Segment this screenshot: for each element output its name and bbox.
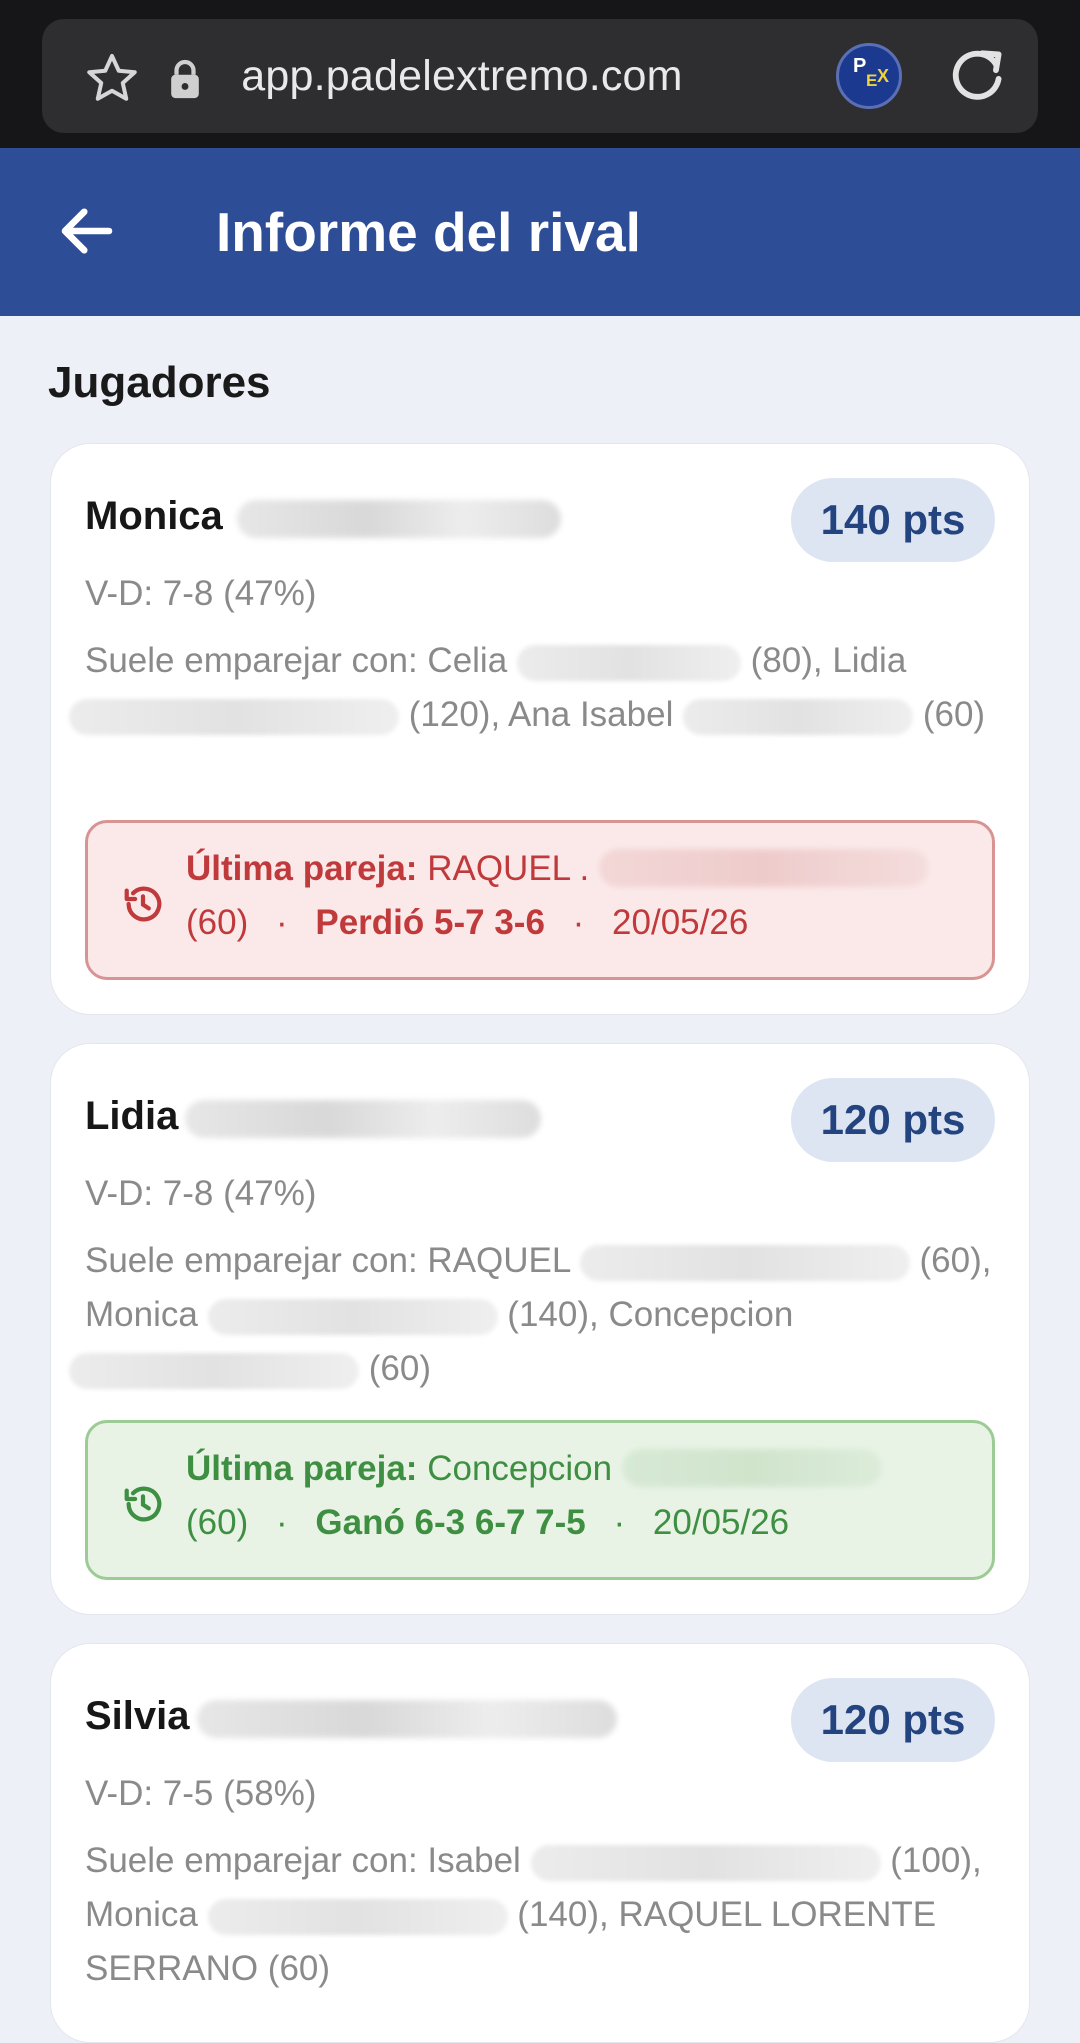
separator: · bbox=[613, 1503, 626, 1542]
browser-toolbar: app.padelextremo.com P E X bbox=[0, 0, 1080, 148]
win-loss-record: V-D: 7-8 (47%) bbox=[85, 1174, 317, 1213]
redacted-surname bbox=[197, 1700, 617, 1738]
partners-prefix: Suele emparejar con: Isabel bbox=[85, 1841, 521, 1880]
last-partner-points: (60) bbox=[186, 903, 249, 942]
history-icon bbox=[124, 886, 162, 922]
partner-info: (60) bbox=[368, 1349, 431, 1388]
redacted-surname bbox=[237, 500, 561, 538]
redacted-text bbox=[207, 1898, 508, 1935]
match-date: 20/05/26 bbox=[652, 1503, 790, 1542]
partner-info: (60) bbox=[922, 695, 986, 734]
arrow-back-icon[interactable] bbox=[54, 198, 120, 264]
points-badge: 120 pts bbox=[791, 1678, 995, 1762]
player-name: Lidia bbox=[85, 1094, 179, 1138]
match-result: Perdió 5-7 3-6 bbox=[315, 903, 545, 942]
last-partner-label: Última pareja: bbox=[186, 1449, 418, 1488]
lock-icon[interactable] bbox=[168, 57, 202, 101]
redacted-text bbox=[599, 848, 930, 887]
separator: · bbox=[275, 903, 288, 942]
points-badge: 120 pts bbox=[791, 1078, 995, 1162]
redacted-surname bbox=[185, 1100, 541, 1138]
last-partner-box: Última pareja: Concepcion (60) · Ganó 6-… bbox=[85, 1420, 995, 1580]
separator: · bbox=[275, 1503, 288, 1542]
player-card[interactable]: Lidia 120 pts V-D: 7-8 (47%) Suele empar… bbox=[50, 1043, 1030, 1615]
page-title: Informe del rival bbox=[216, 201, 641, 263]
history-icon bbox=[124, 1486, 162, 1522]
last-partner-label: Última pareja: bbox=[186, 849, 418, 888]
match-date: 20/05/26 bbox=[612, 903, 749, 942]
partner-info: (80), Lidia bbox=[750, 641, 907, 680]
site-logo: P E X bbox=[836, 43, 902, 109]
win-loss-record: V-D: 7-8 (47%) bbox=[85, 574, 317, 613]
redacted-text bbox=[621, 1448, 882, 1487]
redacted-text bbox=[579, 1244, 910, 1281]
win-loss-record: V-D: 7-5 (58%) bbox=[85, 1774, 317, 1813]
star-icon[interactable] bbox=[82, 49, 142, 109]
separator: · bbox=[572, 903, 585, 942]
usual-partners: Suele emparejar con: Celia (80), Lidia (… bbox=[69, 634, 995, 742]
section-title: Jugadores bbox=[48, 358, 271, 407]
redacted-text bbox=[683, 698, 914, 735]
player-name: Monica bbox=[85, 494, 223, 538]
redacted-text bbox=[530, 1844, 881, 1881]
partners-prefix: Suele emparejar con: Celia bbox=[85, 641, 508, 680]
redacted-text bbox=[69, 1352, 359, 1389]
last-partner-name: RAQUEL . bbox=[427, 849, 590, 888]
redacted-text bbox=[516, 644, 741, 681]
last-partner-box: Última pareja: RAQUEL . (60) · Perdió 5-… bbox=[85, 820, 995, 980]
partner-info: (140), RAQUEL bbox=[517, 1895, 762, 1934]
address-bar[interactable]: app.padelextremo.com P E X bbox=[42, 19, 1038, 133]
usual-partners: Suele emparejar con: Isabel (100), Monic… bbox=[85, 1834, 995, 1996]
player-card[interactable]: Silvia 120 pts V-D: 7-5 (58%) Suele empa… bbox=[50, 1643, 1030, 2043]
usual-partners: Suele emparejar con: RAQUEL (60), Monica… bbox=[69, 1234, 995, 1396]
url-text[interactable]: app.padelextremo.com bbox=[232, 19, 692, 133]
player-card[interactable]: Monica 140 pts V-D: 7-8 (47%) Suele empa… bbox=[50, 443, 1030, 1015]
redacted-text bbox=[69, 698, 399, 735]
partner-info: (120), Ana Isabel bbox=[408, 695, 674, 734]
reload-icon[interactable] bbox=[942, 41, 1012, 111]
last-partner-points: (60) bbox=[186, 1503, 249, 1542]
partners-prefix: Suele emparejar con: RAQUEL bbox=[85, 1241, 571, 1280]
points-badge: 140 pts bbox=[791, 478, 995, 562]
app-header: Informe del rival bbox=[0, 148, 1080, 316]
last-partner-name: Concepcion bbox=[427, 1449, 613, 1488]
player-name: Silvia bbox=[85, 1694, 190, 1738]
redacted-text bbox=[207, 1298, 498, 1335]
match-result: Ganó 6-3 6-7 7-5 bbox=[315, 1503, 586, 1542]
partner-info: (140), Concepcion bbox=[507, 1295, 794, 1334]
